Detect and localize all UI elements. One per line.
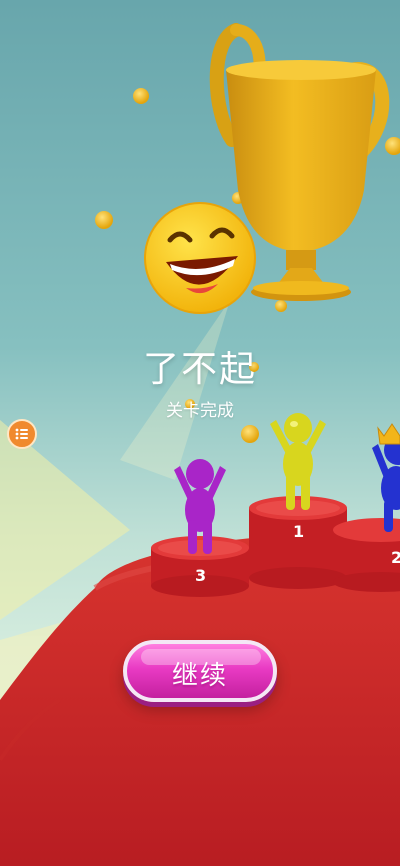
victory-scene: 1 2 3 [0, 0, 400, 866]
result-title: 了不起 [142, 349, 257, 390]
list-menu-icon [15, 428, 28, 440]
continue-button[interactable]: 继续 [123, 640, 277, 702]
level-complete-subtitle: 关卡完成 [166, 401, 234, 421]
player-first [270, 413, 326, 510]
player-second [372, 435, 400, 532]
continue-button-label: 继续 [171, 661, 228, 691]
scene-illustration [0, 23, 400, 866]
podium-third-number: 3 [195, 566, 207, 585]
podium-first-number: 1 [293, 522, 305, 541]
list-menu-button[interactable] [7, 419, 37, 449]
podium-second-number: 2 [391, 548, 400, 567]
podium-first [249, 496, 347, 589]
laughing-face-emoji [144, 202, 256, 314]
crown-icon [377, 423, 400, 445]
